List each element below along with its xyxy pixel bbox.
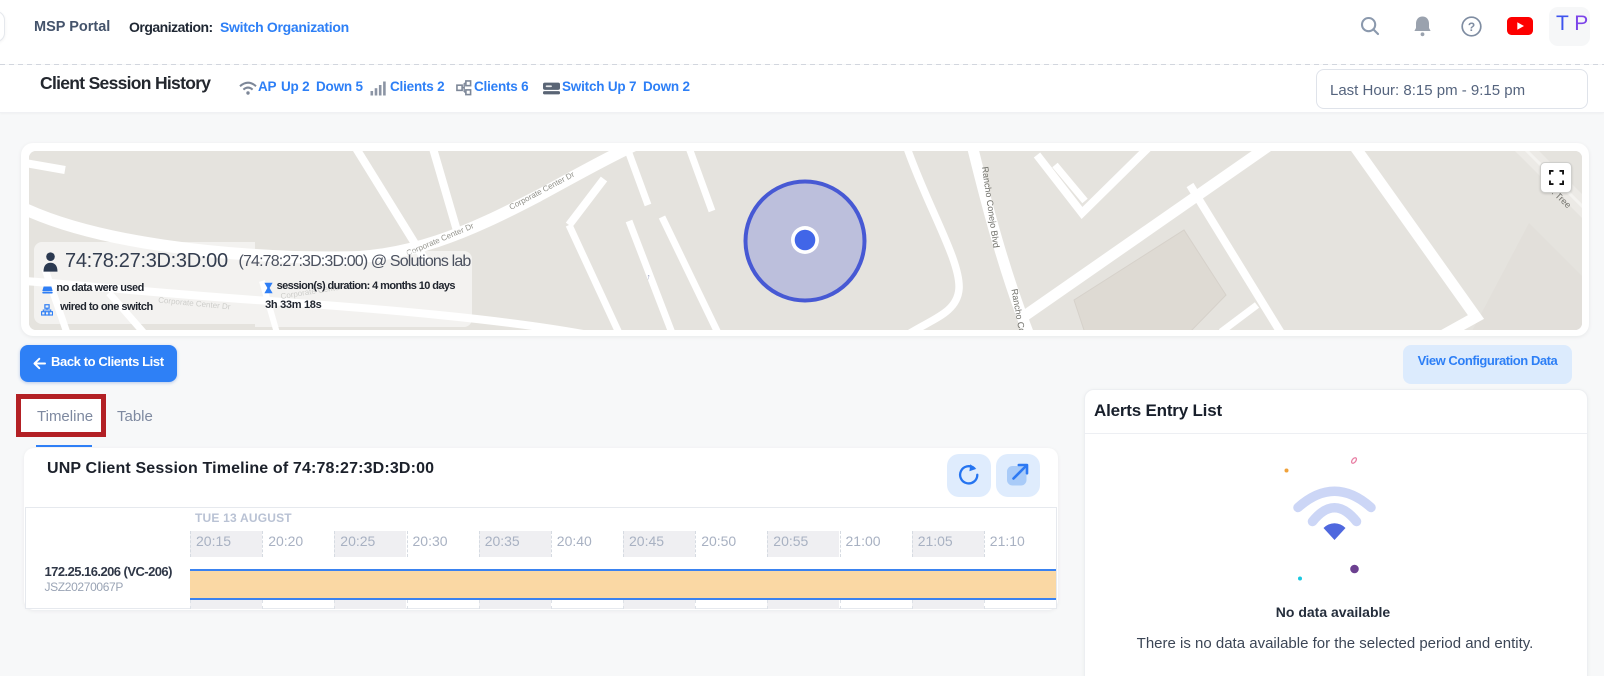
svg-text:?: ? bbox=[1468, 20, 1475, 34]
